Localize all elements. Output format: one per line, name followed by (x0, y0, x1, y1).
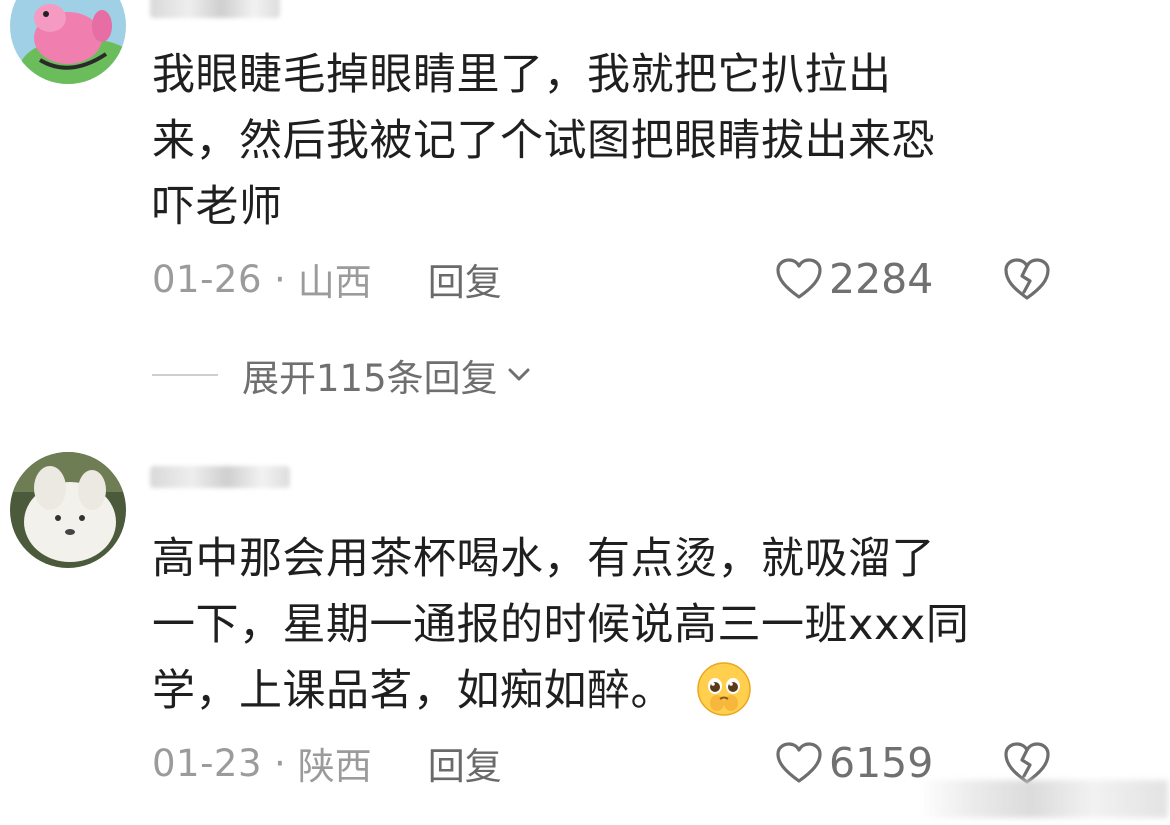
comment-line-text: 学，上课品茗，如痴如醉。 (152, 666, 674, 716)
username-blurred (150, 0, 280, 18)
expand-replies-button[interactable]: 展开115条回复 (242, 348, 534, 402)
broken-heart-icon (1004, 258, 1050, 300)
like-button[interactable]: 2284 (775, 254, 933, 304)
comment-meta: 01-26 · 山西 回复 (152, 252, 502, 306)
divider-line (152, 374, 218, 376)
comment-item: 高中那会用茶杯喝水，有点烫，就吸溜了 一下，星期一通报的时候说高三一班xxx同 … (0, 440, 1170, 820)
avatar-image (10, 0, 126, 84)
avatar[interactable] (10, 452, 126, 568)
comment-line: 我眼睫毛掉眼睛里了，我就把它扒拉出 (152, 50, 892, 100)
reply-button[interactable]: 回复 (428, 252, 502, 306)
comment-date: 01-26 (152, 257, 263, 301)
comment-item: 我眼睫毛掉眼睛里了，我就把它扒拉出 来，然后我被记了个试图把眼睛拔出来恐 吓老师… (0, 0, 1170, 330)
heart-outline-icon (776, 258, 822, 299)
comment-date: 01-23 (152, 741, 263, 785)
expand-replies-row: 展开115条回复 (152, 348, 534, 402)
like-button[interactable]: 6159 (775, 738, 933, 788)
reply-button[interactable]: 回复 (428, 736, 502, 790)
comment-meta: 01-23 · 陕西 回复 (152, 736, 502, 790)
chevron-down-icon (508, 368, 530, 381)
comment-line: 吓老师 (152, 182, 283, 232)
pleading-face-emoji-icon (697, 662, 751, 716)
comment-text: 高中那会用茶杯喝水，有点烫，就吸溜了 一下，星期一通报的时候说高三一班xxx同 … (152, 526, 1052, 724)
meta-separator: · (274, 741, 286, 785)
comment-location: 山西 (297, 261, 372, 304)
avatar[interactable] (10, 0, 126, 84)
comment-line: 来，然后我被记了个试图把眼睛拔出来恐 (152, 116, 935, 166)
comment-line: 一下，星期一通报的时候说高三一班xxx同 (152, 600, 970, 650)
watermark-blurred (918, 780, 1168, 818)
like-count: 2284 (829, 255, 934, 303)
dislike-button[interactable] (1002, 256, 1052, 306)
expand-replies-label: 展开115条回复 (242, 357, 498, 400)
heart-outline-icon (776, 742, 822, 783)
comment-text: 我眼睫毛掉眼睛里了，我就把它扒拉出 来，然后我被记了个试图把眼睛拔出来恐 吓老师 (152, 42, 1052, 240)
comment-line: 高中那会用茶杯喝水，有点烫，就吸溜了 (152, 534, 935, 584)
avatar-image (10, 452, 126, 568)
username-blurred (150, 466, 290, 488)
comment-line: 学，上课品茗，如痴如醉。 (152, 658, 1052, 724)
meta-separator: · (274, 257, 286, 301)
comment-location: 陕西 (297, 745, 372, 788)
